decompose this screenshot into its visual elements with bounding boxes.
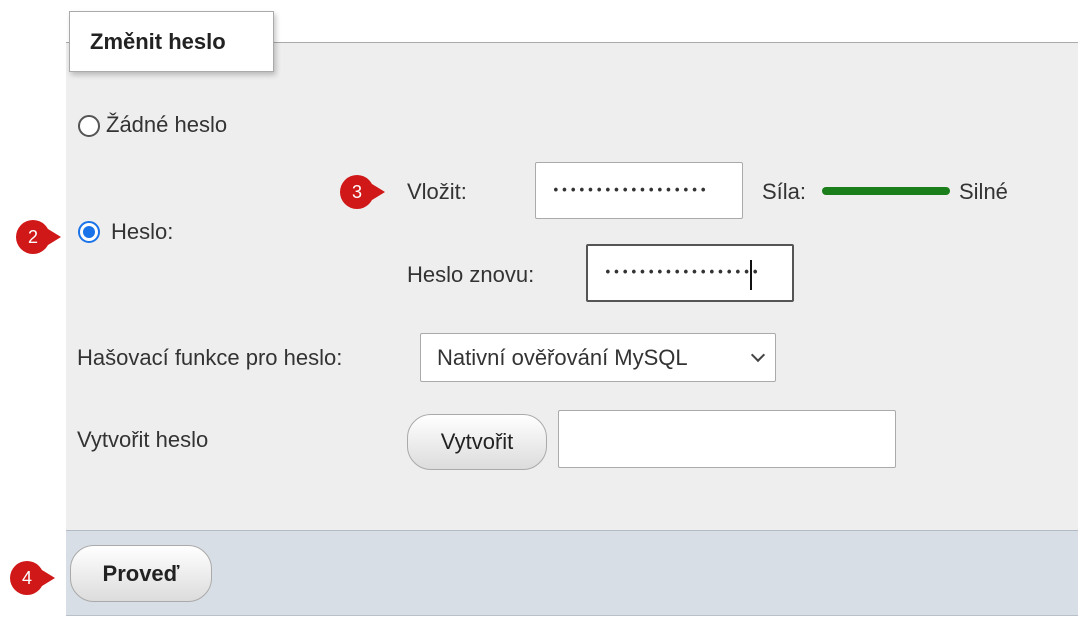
annotation-badge-4: 4 bbox=[10, 561, 55, 595]
submit-button[interactable]: Proveď bbox=[70, 545, 212, 602]
generate-password-label: Vytvořit heslo bbox=[77, 427, 209, 452]
generated-password-field[interactable] bbox=[558, 410, 896, 468]
hashing-selected-value: Nativní ověřování MySQL bbox=[437, 344, 688, 370]
strength-meter bbox=[822, 187, 950, 195]
legend-title: Změnit heslo bbox=[90, 28, 226, 54]
retype-password-input[interactable]: •••••••••••••••••• bbox=[586, 244, 794, 302]
chevron-down-icon bbox=[750, 347, 766, 363]
no-password-label: Žádné heslo bbox=[106, 112, 228, 137]
hashing-label: Hašovací funkce pro heslo: bbox=[77, 345, 343, 370]
annotation-badge-3-label: 3 bbox=[351, 181, 362, 202]
hashing-select[interactable]: Nativní ověřování MySQL bbox=[420, 333, 776, 382]
generate-button-label: Vytvořit bbox=[440, 429, 514, 454]
strength-label: Síla: bbox=[762, 179, 807, 204]
retype-password-label: Heslo znovu: bbox=[407, 262, 535, 287]
annotation-badge-2-label: 2 bbox=[27, 226, 38, 247]
password-radio[interactable] bbox=[78, 221, 100, 243]
form-footer bbox=[66, 530, 1078, 616]
annotation-badge-4-label: 4 bbox=[21, 567, 32, 588]
password-label: Heslo: bbox=[111, 219, 174, 244]
fieldset-legend: Změnit heslo bbox=[69, 11, 274, 72]
generate-button[interactable]: Vytvořit bbox=[407, 414, 547, 470]
strength-value: Silné bbox=[959, 179, 1008, 204]
annotation-badge-2: 2 bbox=[16, 220, 61, 254]
retype-password-value: •••••••••••••••••• bbox=[604, 265, 761, 281]
annotation-badge-3: 3 bbox=[340, 175, 385, 209]
enter-password-label: Vložit: bbox=[407, 179, 467, 204]
text-caret bbox=[750, 260, 752, 290]
password-input[interactable]: •••••••••••••••••• bbox=[535, 162, 743, 219]
no-password-radio[interactable] bbox=[78, 115, 100, 137]
submit-button-label: Proveď bbox=[102, 560, 180, 586]
password-input-value: •••••••••••••••••• bbox=[552, 183, 709, 198]
